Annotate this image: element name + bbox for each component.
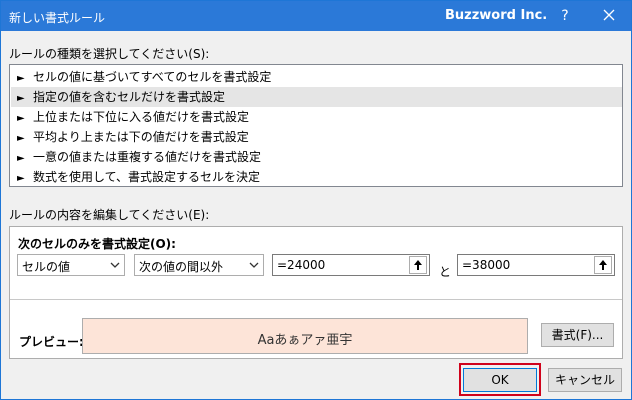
close-button[interactable] xyxy=(597,4,621,28)
cancel-button[interactable]: キャンセル xyxy=(548,368,622,392)
chevron-down-icon xyxy=(110,262,120,268)
panel-divider xyxy=(10,299,622,300)
title-bar[interactable]: 新しい書式ルール Buzzword Inc. ? xyxy=(1,1,631,31)
arrow-right-icon: ► xyxy=(17,73,25,84)
rule-type-listbox[interactable]: ► セルの値に基づいてすべてのセルを書式設定 ► 指定の値を含むセルだけを書式設定 … xyxy=(9,64,623,187)
help-button[interactable]: ? xyxy=(553,4,577,28)
rule-type-item[interactable]: ► 一意の値または重複する値だけを書式設定 xyxy=(11,147,622,167)
arrow-right-icon: ► xyxy=(17,133,25,144)
chevron-down-icon xyxy=(249,262,259,268)
rule-type-item-selected[interactable]: ► 指定の値を含むセルだけを書式設定 xyxy=(11,87,622,107)
window-title: 新しい書式ルール xyxy=(9,11,106,25)
preview-box: Aaあぁアァ亜宇 xyxy=(82,318,528,354)
arrow-right-icon: ► xyxy=(17,113,25,124)
operator-select[interactable]: 次の値の間以外 xyxy=(134,254,264,276)
format-button[interactable]: 書式(F)... xyxy=(541,323,614,347)
format-only-heading: 次のセルのみを書式設定(O): xyxy=(18,237,176,251)
arrow-right-icon: ► xyxy=(17,93,25,104)
rule-type-label: ルールの種類を選択してください(S): xyxy=(9,47,210,61)
rule-type-item[interactable]: ► セルの値に基づいてすべてのセルを書式設定 xyxy=(11,67,622,87)
ok-button[interactable]: OK xyxy=(463,368,537,392)
close-icon xyxy=(603,9,615,21)
new-formatting-rule-dialog: 新しい書式ルール Buzzword Inc. ? ルールの種類を選択してください… xyxy=(0,0,632,400)
preview-label: プレビュー: xyxy=(19,335,84,349)
rule-type-item[interactable]: ► 上位または下位に入る値だけを書式設定 xyxy=(11,107,622,127)
arrow-right-icon: ► xyxy=(17,173,25,184)
between-connector-label: と xyxy=(439,265,452,279)
collapse-dialog-icon[interactable] xyxy=(594,256,612,274)
value2-input[interactable]: =38000 xyxy=(457,254,615,276)
value1-input[interactable]: =24000 xyxy=(272,254,430,276)
preview-sample-text: Aaあぁアァ亜宇 xyxy=(257,333,353,348)
rule-type-item[interactable]: ► 数式を使用して、書式設定するセルを決定 xyxy=(11,167,622,187)
condition-type-select[interactable]: セルの値 xyxy=(17,254,125,276)
rule-type-item[interactable]: ► 平均より上または下の値だけを書式設定 xyxy=(11,127,622,147)
rule-edit-label: ルールの内容を編集してください(E): xyxy=(9,208,210,222)
arrow-right-icon: ► xyxy=(17,153,25,164)
brand-label: Buzzword Inc. xyxy=(445,8,548,23)
collapse-dialog-icon[interactable] xyxy=(409,256,427,274)
